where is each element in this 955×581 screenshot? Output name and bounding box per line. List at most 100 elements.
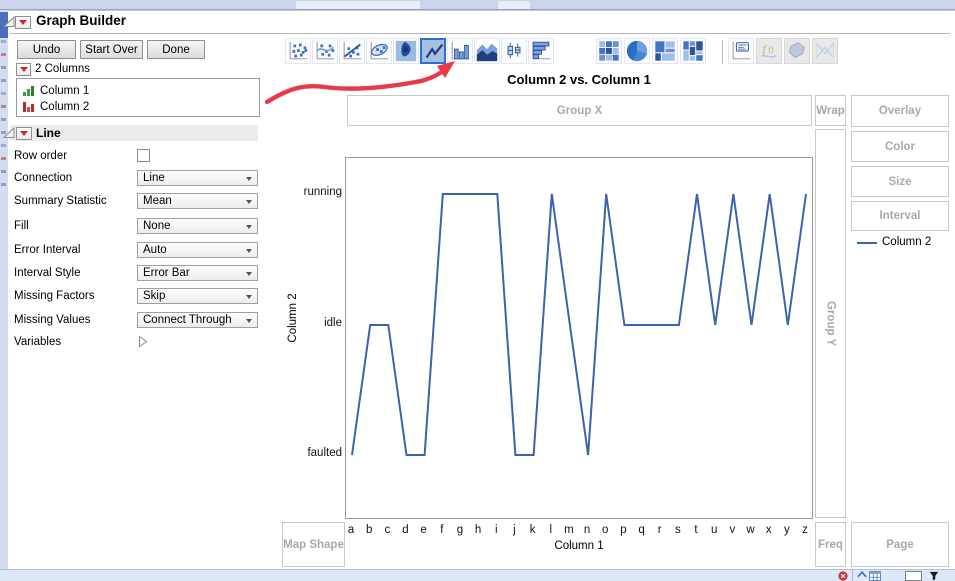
column-list-item[interactable]: Column 2 [22,99,89,114]
x-tick-label: w [746,524,755,536]
status-bar [0,569,955,581]
fill-label: Fill [14,220,29,232]
chart-type-heatmap-icon[interactable] [596,38,622,64]
done-button[interactable]: Done [147,40,205,59]
x-tick-label: x [765,524,772,536]
statusbar-separator [852,570,853,581]
x-tick-label: n [583,524,591,536]
dropdown-value: Auto [143,244,167,256]
drop-zone-size[interactable]: Size [851,166,949,197]
chart-type-formula-icon[interactable]: f() [756,38,782,64]
dropdown-value: Error Bar [143,267,190,279]
chart-type-ellipse-icon[interactable] [366,38,392,64]
summary-statistic-label: Summary Statistic [14,195,107,207]
chart-type-mosaic-icon[interactable] [680,38,706,64]
drop-zone-color[interactable]: Color [851,131,949,162]
window-chrome-strip [0,0,955,10]
missing-values-label: Missing Values [14,314,91,326]
table-icon[interactable] [868,571,882,581]
chart-type-area-icon[interactable] [474,38,500,64]
x-tick-label: q [638,524,645,536]
chart-type-histogram-icon[interactable] [528,38,554,64]
chart-type-box-plot-icon[interactable] [501,38,527,64]
chart-type-pie-icon[interactable] [624,38,650,64]
x-tick-label: l [549,524,553,536]
x-tick-label: y [783,524,790,536]
chart-type-line-of-fit-icon[interactable] [339,38,365,64]
graph-builder-window: Graph Builder Undo Start Over Done 2 Col… [0,0,955,581]
chart-type-contour-icon[interactable] [393,38,419,64]
columns-list[interactable]: Column 1 Column 2 [16,78,260,117]
columns-red-triangle-menu-icon[interactable] [16,63,31,76]
missing-values-dropdown[interactable]: Connect Through [137,312,258,328]
disclosure-open-icon[interactable] [3,16,15,28]
disclosure-open-icon[interactable] [3,127,15,139]
x-tick-label: h [474,524,482,536]
chart-type-parallel-icon[interactable] [812,38,838,64]
variables-disclosure-icon[interactable] [138,335,148,348]
connection-dropdown[interactable]: Line [137,170,258,186]
edge-row-marker [1,79,6,82]
red-triangle-menu-icon[interactable] [15,16,31,29]
row-order-label: Row order [14,150,68,162]
x-tick-label: r [657,524,662,536]
drop-zone-group-y[interactable]: Group Y [815,129,846,518]
nominal-red-bars-icon [23,102,34,112]
y-tick-label: faulted [307,447,342,459]
svg-text:f: f [763,42,768,56]
column-list-item[interactable]: Column 1 [22,83,89,98]
drop-zone-interval[interactable]: Interval [851,201,949,231]
chevron-down-icon [246,225,252,229]
drop-zone-page[interactable]: Page [851,522,949,567]
alert-icon[interactable] [837,571,849,581]
summary-statistic-dropdown[interactable]: Mean [137,193,258,209]
undo-button[interactable]: Undo [17,40,76,59]
chart-type-smoother-icon[interactable] [312,38,338,64]
x-tick-label: d [402,524,409,536]
chart-type-caption-box-icon[interactable] [728,38,754,64]
chart-type-map-shape-icon[interactable] [784,38,810,64]
chart-type-scatter-icon[interactable] [285,38,311,64]
line-red-triangle-menu-icon[interactable] [16,127,32,140]
missing-factors-dropdown[interactable]: Skip [137,288,258,304]
y-tick-label: idle [324,317,342,329]
series-line[interactable] [351,193,807,456]
edge-row-marker [1,40,6,43]
chevron-down-icon [246,272,252,276]
drop-zone-overlay[interactable]: Overlay [851,95,949,127]
drop-zone-wrap[interactable]: Wrap [815,95,846,126]
chart-type-treemap-icon[interactable] [652,38,678,64]
start-over-button[interactable]: Start Over [80,40,143,59]
selection-box-icon[interactable] [905,571,922,581]
x-tick-label: k [529,524,536,536]
chevron-down-icon [246,295,252,299]
columns-count-label: 2 Columns [35,63,90,75]
fill-dropdown[interactable]: None [137,218,258,234]
x-axis-title[interactable]: Column 1 [345,540,813,552]
chevron-down-icon [246,249,252,253]
row-order-checkbox[interactable] [137,149,150,162]
page-title: Graph Builder [36,13,127,28]
chart-type-line-icon[interactable] [420,38,446,64]
dropdown-value: Skip [143,290,166,302]
x-tick-label: g [456,524,464,536]
edge-row-marker [1,92,6,95]
filter-icon[interactable] [928,571,940,581]
x-tick-label: e [420,524,427,536]
edge-row-marker [1,170,6,173]
red-triangle [20,131,28,136]
chart-type-bar-icon[interactable] [447,38,473,64]
home-icon[interactable] [856,571,868,581]
column-name: Column 2 [40,100,90,113]
drop-zone-group-x[interactable]: Group X [347,95,812,126]
x-tick-label: p [620,524,627,536]
x-tick-label: i [494,524,498,536]
chevron-down-icon [246,319,252,323]
interval-style-dropdown[interactable]: Error Bar [137,265,258,281]
plot-area[interactable] [345,157,813,519]
drop-zone-map-shape[interactable]: Map Shape [282,522,345,567]
edge-row-marker [1,183,6,186]
error-interval-dropdown[interactable]: Auto [137,242,258,258]
drop-zone-freq[interactable]: Freq [815,522,846,567]
edge-row-marker [1,157,6,160]
